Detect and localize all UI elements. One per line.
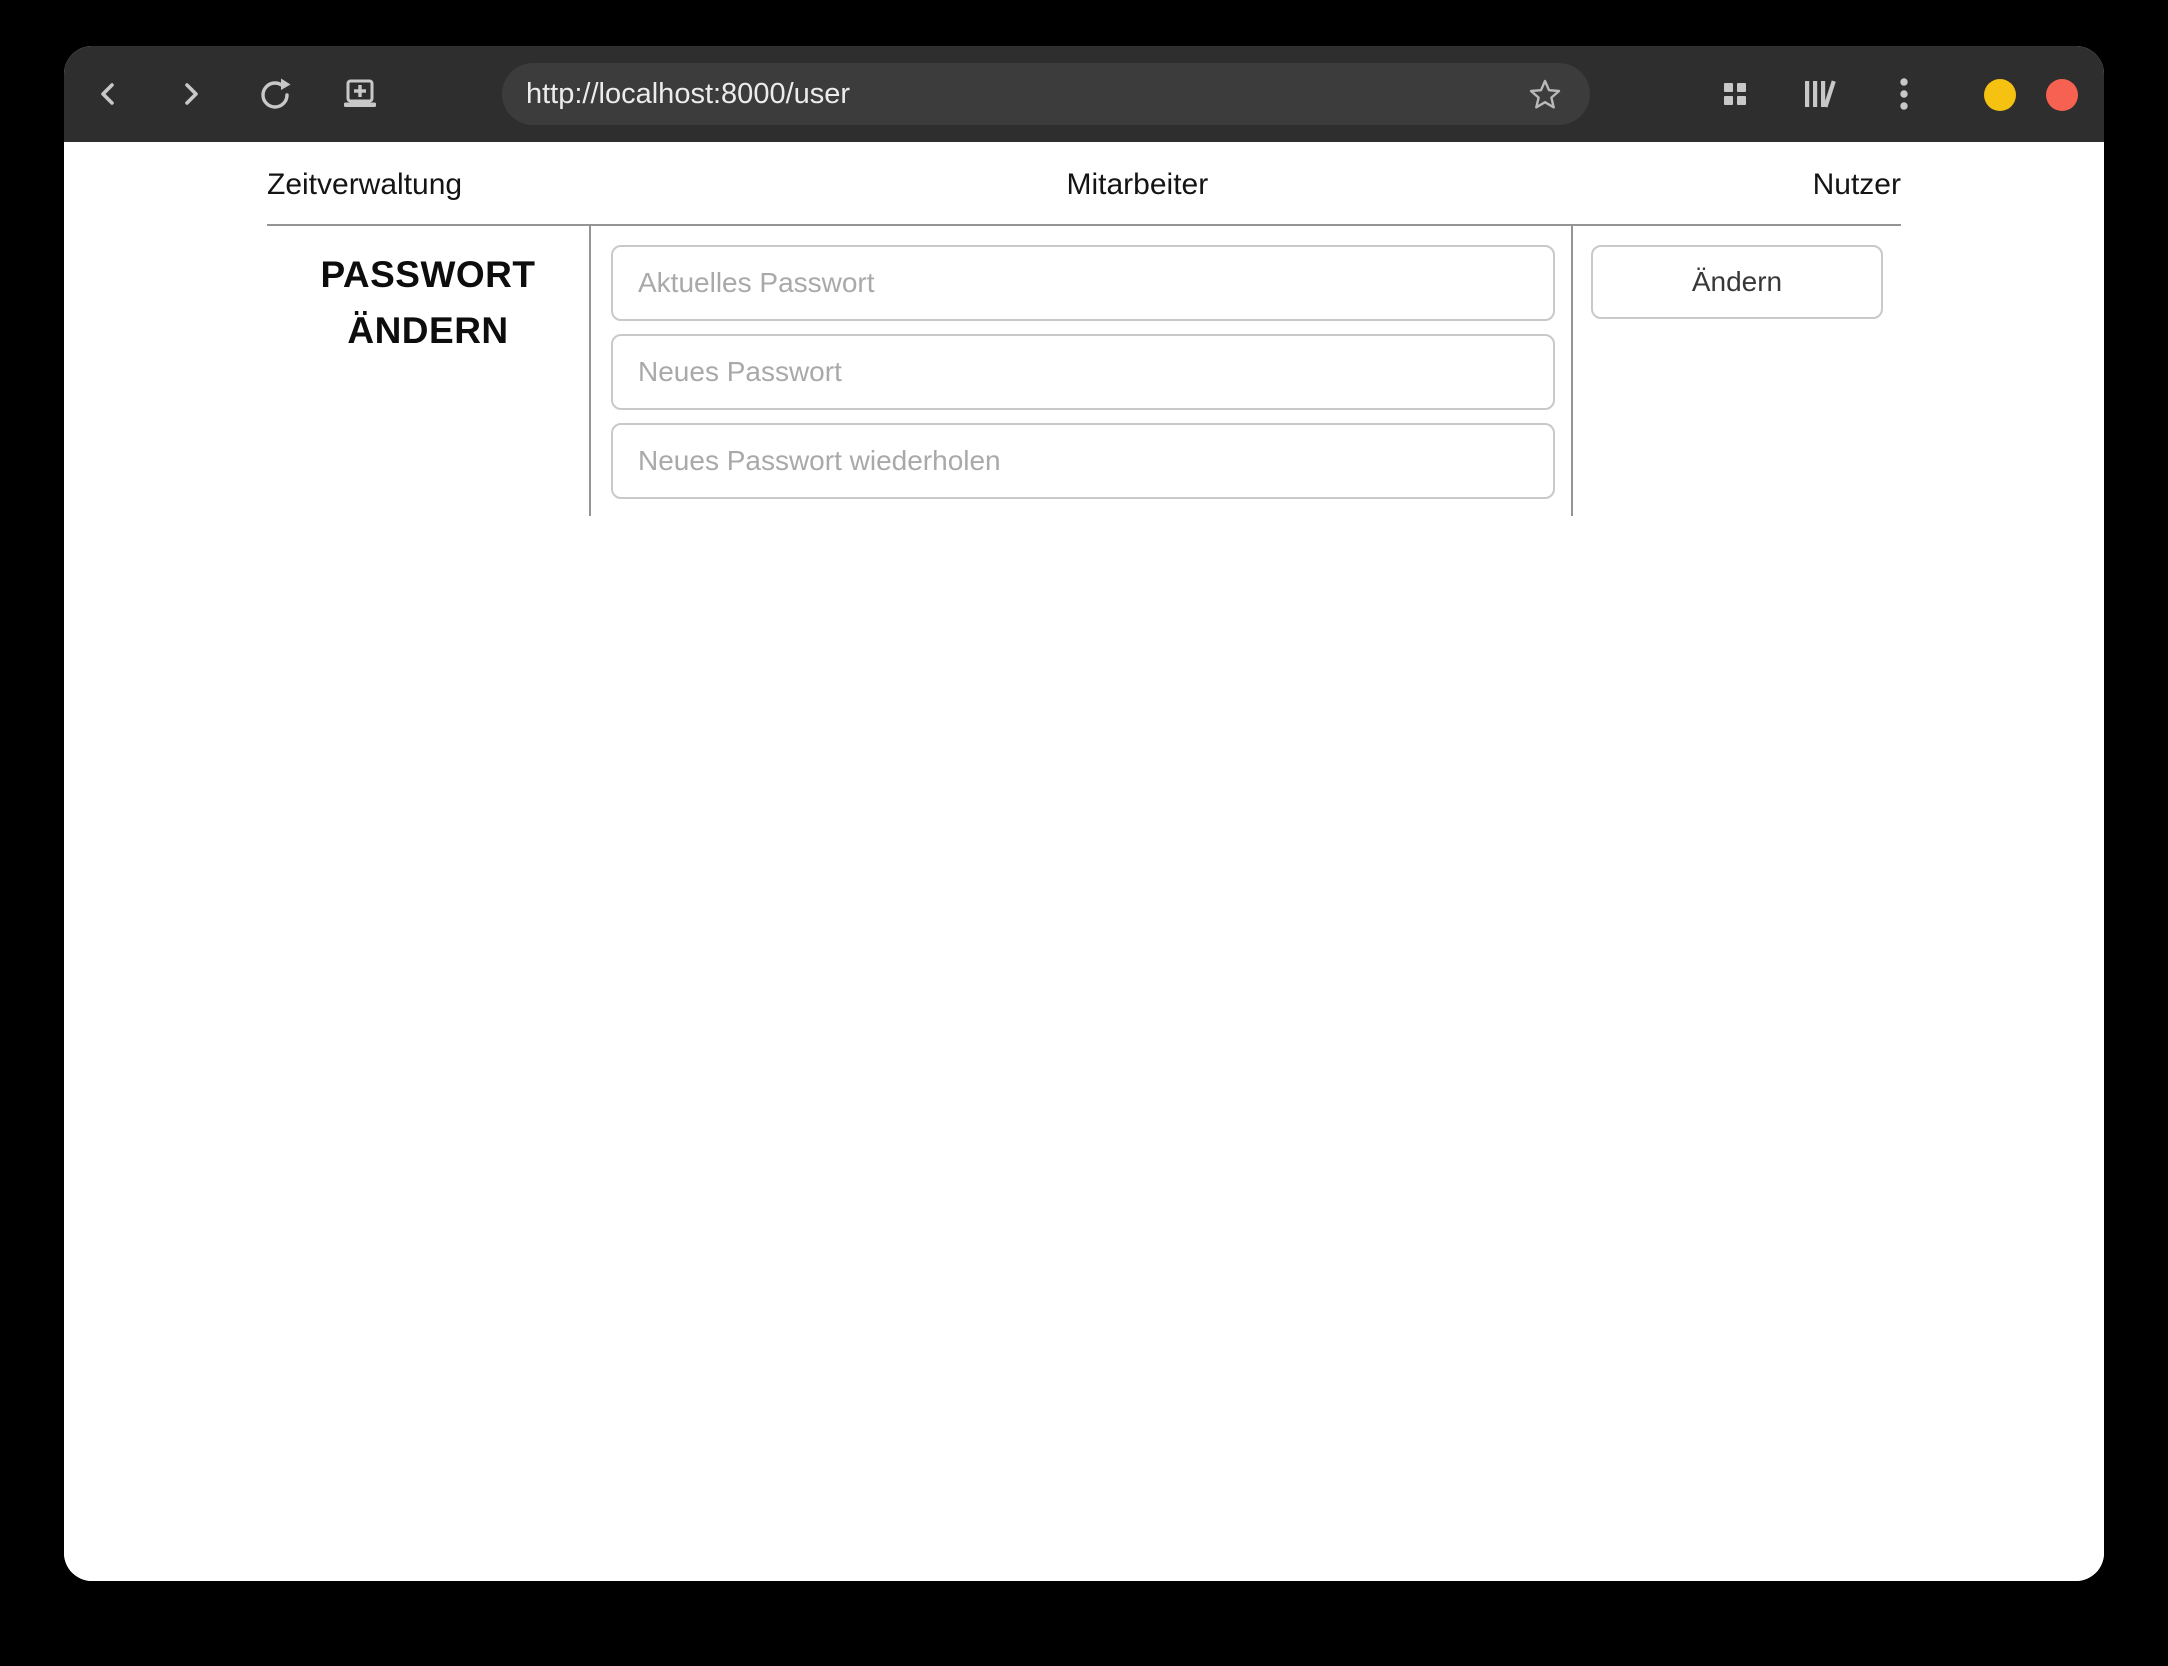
- reload-button[interactable]: [247, 66, 303, 122]
- tab-overview-button[interactable]: [1707, 66, 1763, 122]
- new-password-input[interactable]: [611, 334, 1555, 410]
- menu-kebab-icon: [1899, 77, 1909, 111]
- browser-window: http://localhost:8000/user Zeitverwaltun…: [64, 46, 2104, 1581]
- change-password-button[interactable]: Ändern: [1591, 245, 1883, 319]
- repeat-new-password-input[interactable]: [611, 423, 1555, 499]
- back-button[interactable]: [80, 66, 136, 122]
- top-navigation: Zeitverwaltung Mitarbeiter Nutzer: [267, 142, 1901, 224]
- browser-titlebar: http://localhost:8000/user: [64, 46, 2104, 142]
- form-action-cell: Ändern: [1573, 226, 1901, 516]
- close-button[interactable]: [2046, 79, 2078, 111]
- reload-icon: [258, 77, 292, 111]
- nav-item-mitarbeiter[interactable]: Mitarbeiter: [1067, 168, 1209, 202]
- back-icon: [95, 79, 121, 109]
- form-inputs-cell: [591, 226, 1573, 516]
- forward-button[interactable]: [163, 66, 219, 122]
- url-bar[interactable]: http://localhost:8000/user: [502, 63, 1590, 125]
- forward-icon: [178, 79, 204, 109]
- password-form-section: PASSWORT ÄNDERN Ändern: [267, 224, 1901, 516]
- nav-item-zeitverwaltung[interactable]: Zeitverwaltung: [267, 168, 462, 202]
- library-books-icon: [1804, 80, 1836, 108]
- tab-overview-grid-icon: [1724, 83, 1746, 105]
- bookmark-star-icon[interactable]: [1528, 77, 1562, 116]
- section-title: PASSWORT ÄNDERN: [320, 254, 536, 351]
- new-tab-icon: [342, 79, 378, 109]
- nav-item-nutzer[interactable]: Nutzer: [1813, 168, 1901, 202]
- form-heading-cell: PASSWORT ÄNDERN: [267, 226, 591, 516]
- url-text[interactable]: http://localhost:8000/user: [526, 78, 850, 111]
- menu-button[interactable]: [1876, 66, 1932, 122]
- library-button[interactable]: [1792, 66, 1848, 122]
- page-content: Zeitverwaltung Mitarbeiter Nutzer PASSWO…: [64, 142, 2104, 1581]
- new-tab-button[interactable]: [332, 66, 388, 122]
- current-password-input[interactable]: [611, 245, 1555, 321]
- minimize-button[interactable]: [1984, 79, 2016, 111]
